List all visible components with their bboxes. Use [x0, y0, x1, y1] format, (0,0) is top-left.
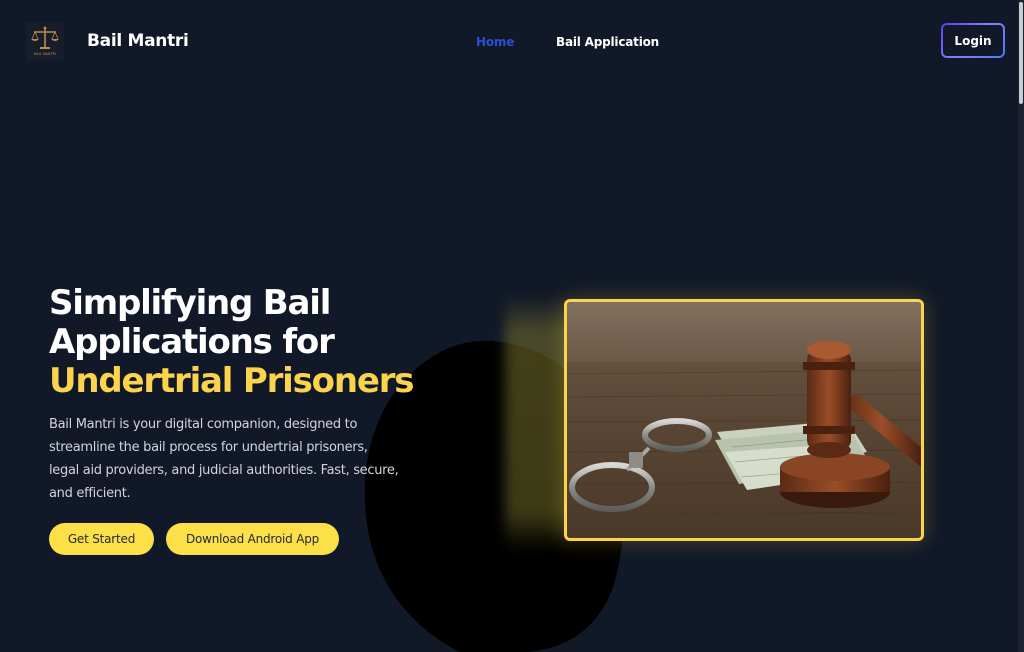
page: BAIL MANTRI Bail Mantri Home Bail Applic…: [0, 0, 1024, 652]
hero-image: [564, 299, 924, 541]
page-scrollbar[interactable]: [1018, 0, 1024, 652]
download-android-app-button[interactable]: Download Android App: [166, 523, 339, 555]
hero-title-line1: Simplifying Bail: [49, 283, 331, 323]
hero-description: Bail Mantri is your digital companion, d…: [49, 417, 399, 501]
hero-title-line2: Applications for: [49, 322, 335, 362]
gavel-handcuffs-money-photo: [567, 302, 921, 538]
scrollbar-thumb[interactable]: [1019, 2, 1023, 104]
get-started-button[interactable]: Get Started: [49, 523, 154, 555]
hero-title-accent: Undertrial Prisoners: [49, 361, 414, 401]
hero-title: Simplifying Bail Applications for Undert…: [49, 284, 479, 401]
